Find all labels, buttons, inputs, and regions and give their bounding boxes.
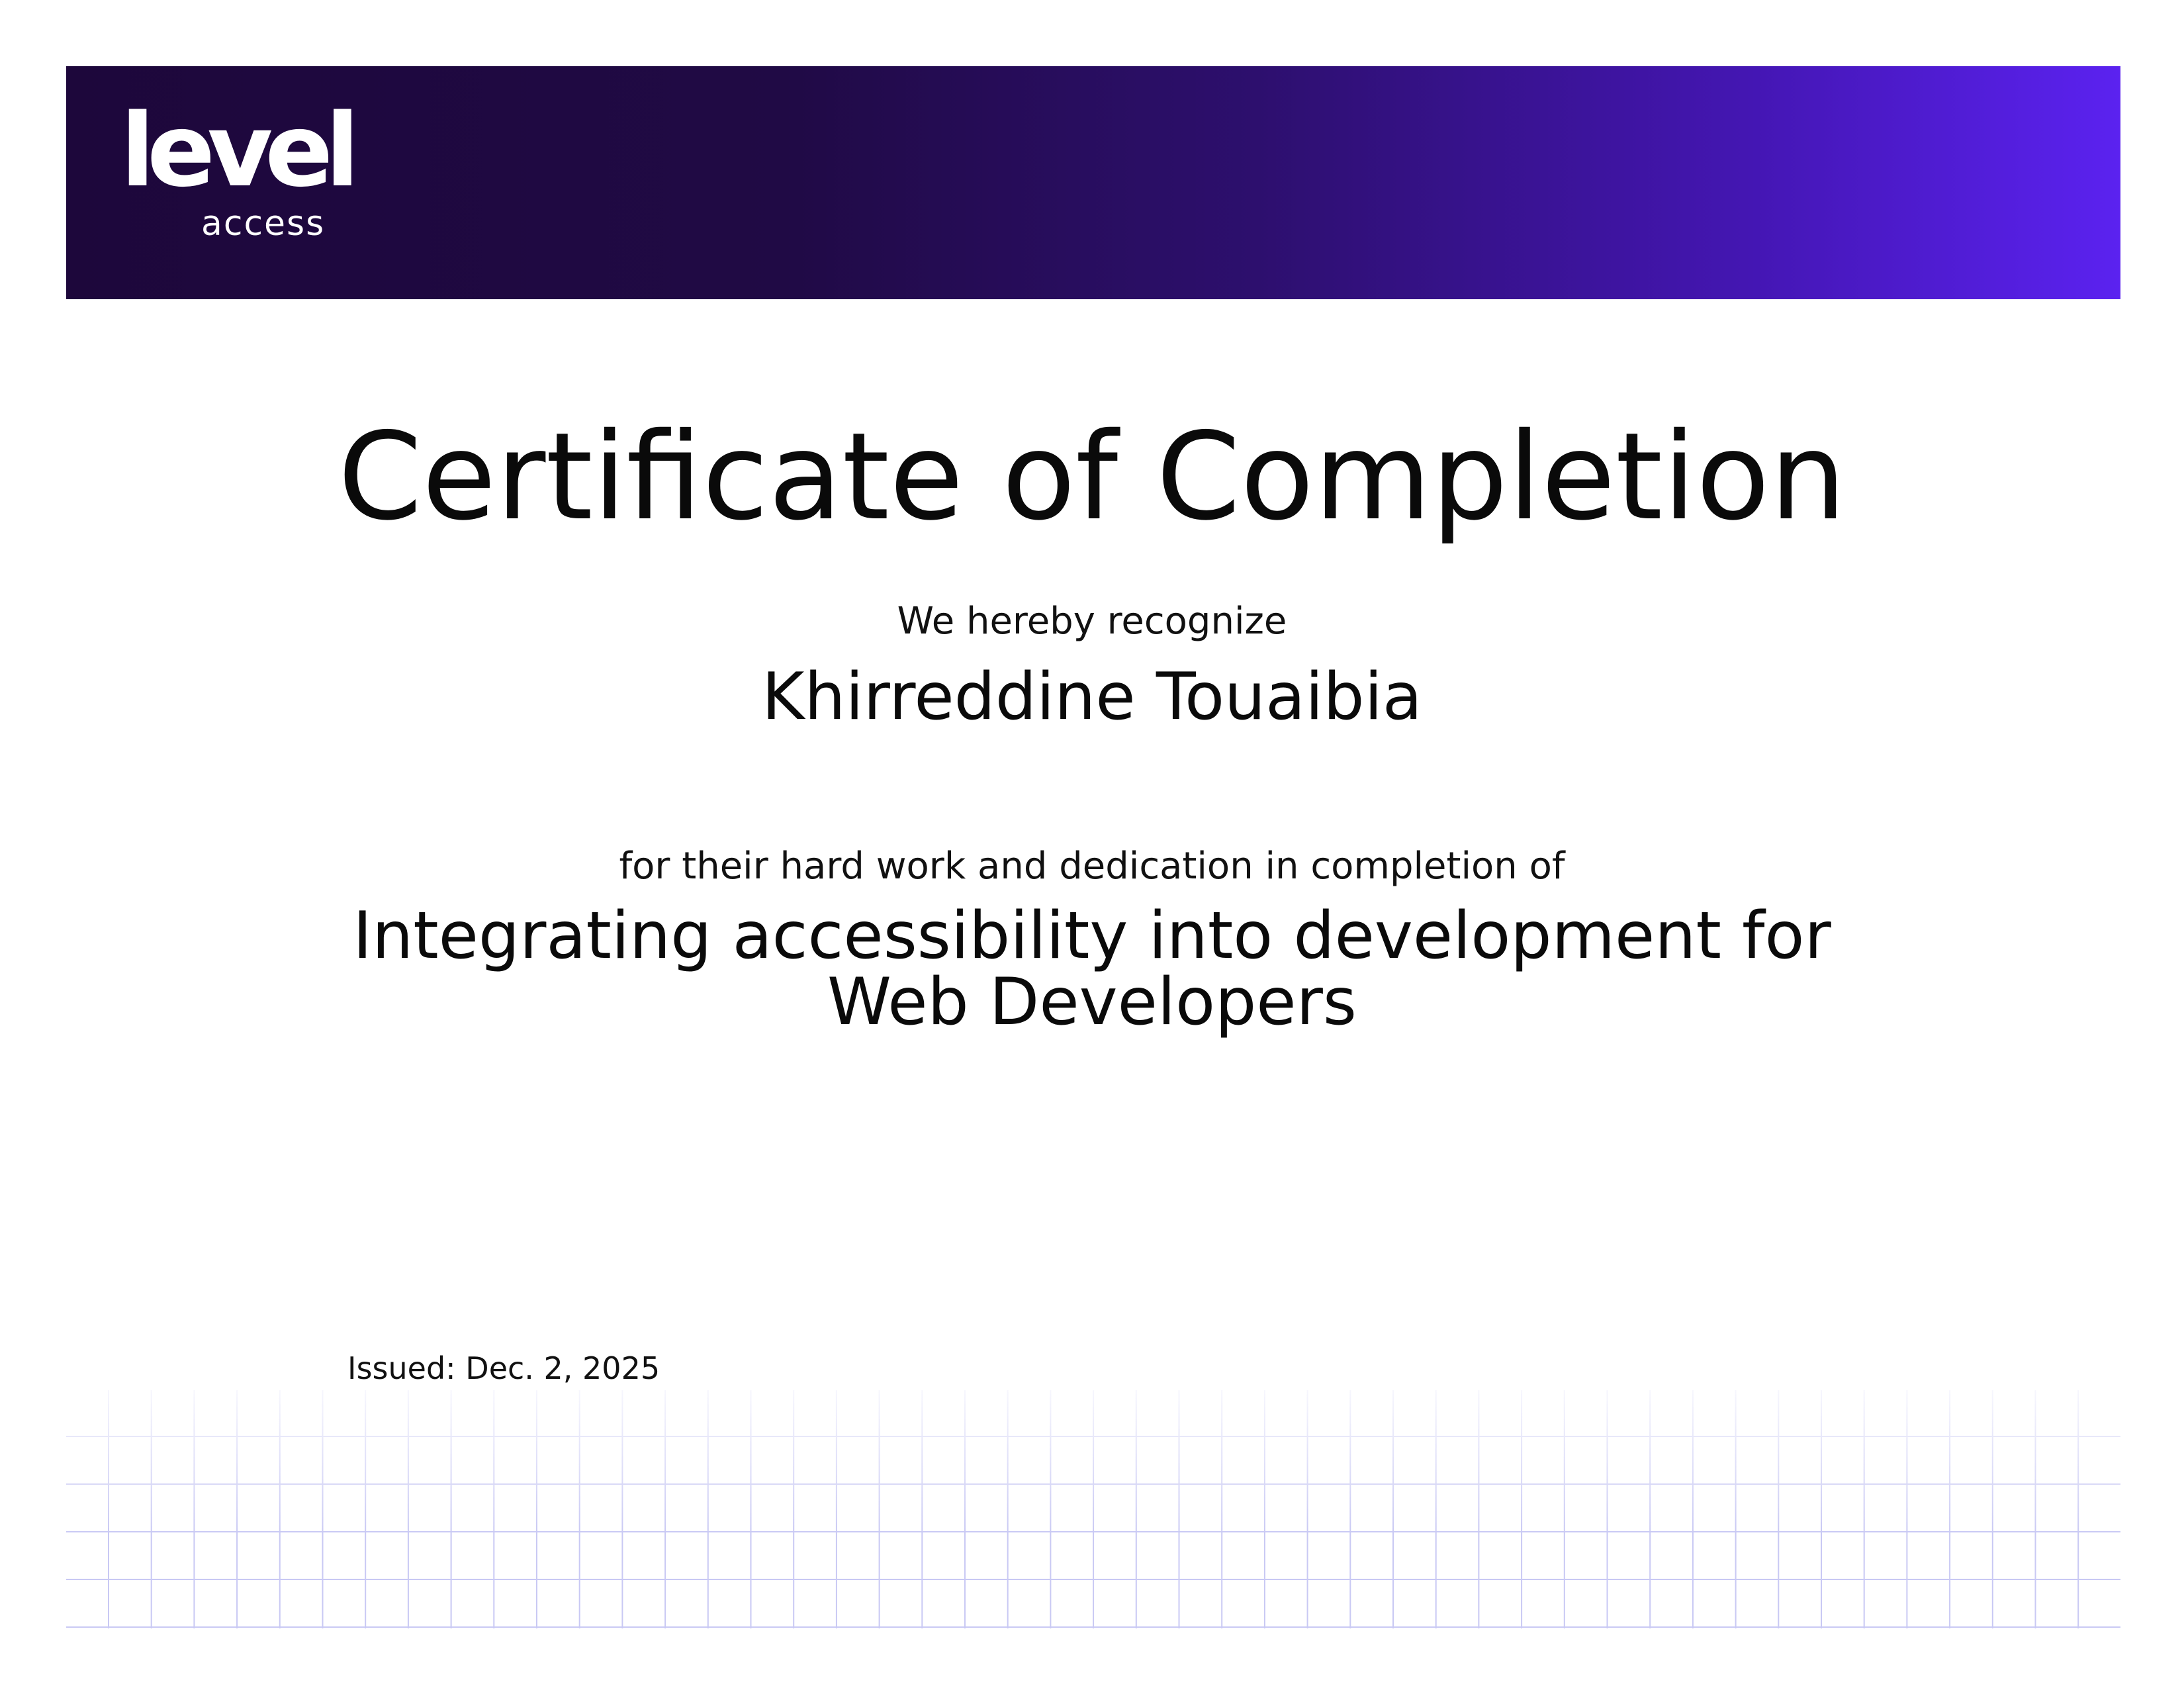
level-access-logo: level access	[120, 101, 359, 257]
recognize-text: We hereby recognize	[897, 600, 1287, 643]
certificate-title: Certificate of Completion	[338, 406, 1846, 547]
logo-wordmark: level	[120, 92, 359, 209]
decorative-grid	[66, 1390, 2120, 1628]
issued-date: Issued: Dec. 2, 2025	[347, 1350, 660, 1386]
course-title-line-2: Web Developers	[827, 964, 1357, 1040]
logo-subtitle: access	[201, 204, 326, 244]
course-title-line-1: Integrating accessibility into developme…	[353, 898, 1831, 974]
course-title: Integrating accessibility into developme…	[331, 898, 1853, 1040]
dedication-text: for their hard work and dedication in co…	[619, 845, 1565, 888]
recipient-name: Khirreddine Touaibia	[762, 659, 1422, 735]
header-banner: level access	[66, 66, 2120, 299]
